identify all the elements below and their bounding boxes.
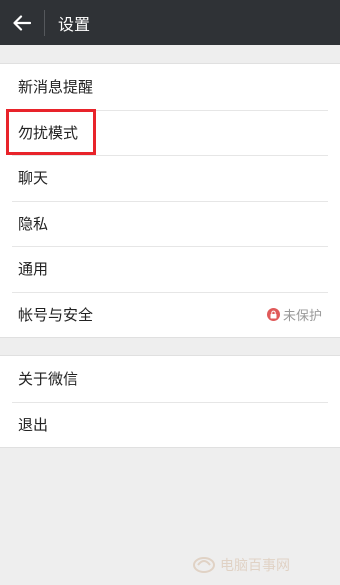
arrow-left-icon <box>13 14 31 31</box>
row-label: 退出 <box>18 415 49 434</box>
row-label: 聊天 <box>18 169 49 188</box>
row-privacy[interactable]: 隐私 <box>0 200 340 247</box>
row-do-not-disturb[interactable]: 勿扰模式 <box>0 109 340 156</box>
page-title: 设置 <box>58 14 91 34</box>
row-general[interactable]: 通用 <box>0 246 340 292</box>
row-label: 关于微信 <box>18 370 79 389</box>
row-label: 隐私 <box>18 214 49 233</box>
row-label: 通用 <box>18 260 49 279</box>
svg-text:电脑百事网: 电脑百事网 <box>220 558 290 574</box>
lock-icon <box>266 307 280 321</box>
header-divider <box>44 9 45 36</box>
title-bar: 设置 <box>0 0 340 45</box>
settings-group-main: 新消息提醒 勿扰模式 聊天 隐私 通用 帐号与安全 未保护 <box>0 63 340 338</box>
settings-group-about: 关于微信 退出 <box>0 355 340 448</box>
row-logout[interactable]: 退出 <box>0 401 340 448</box>
row-about-wechat[interactable]: 关于微信 <box>0 356 340 402</box>
row-label: 帐号与安全 <box>18 305 94 324</box>
account-status-text: 未保护 <box>282 308 322 324</box>
back-button[interactable] <box>0 0 44 45</box>
row-label: 勿扰模式 <box>18 123 79 142</box>
row-account-security[interactable]: 帐号与安全 未保护 <box>0 291 340 338</box>
row-chat[interactable]: 聊天 <box>0 155 340 201</box>
row-label: 新消息提醒 <box>18 78 94 97</box>
row-new-message-notifications[interactable]: 新消息提醒 <box>0 64 340 110</box>
account-status: 未保护 <box>266 305 322 324</box>
settings-screen: 设置 新消息提醒 勿扰模式 聊天 隐私 通用 帐号与安全 未保护 关于微信 退出… <box>0 0 340 585</box>
watermark-logo: 电脑百事网 <box>193 557 290 574</box>
